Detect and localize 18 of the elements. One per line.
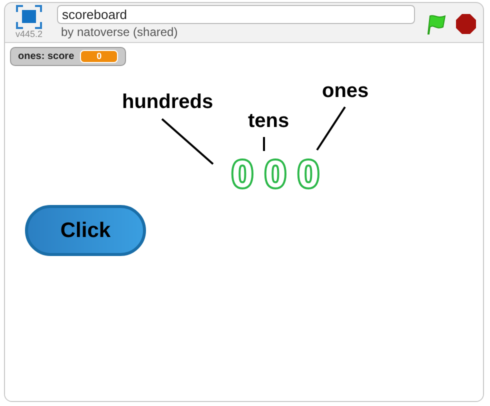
click-button[interactable]: Click — [25, 205, 146, 256]
leader-line — [161, 118, 214, 165]
leader-line — [263, 137, 265, 151]
project-title-field[interactable]: scoreboard — [57, 5, 415, 24]
digit-label: hundreds — [122, 91, 214, 114]
digit-sprite: 0 — [263, 155, 288, 195]
leader-line — [316, 106, 346, 151]
monitor-value: 0 — [80, 50, 118, 63]
digit-sprite: 0 — [296, 155, 320, 195]
author-label: by natoverse (shared) — [60, 25, 179, 39]
digit-sprite: 0 — [230, 155, 254, 195]
fullscreen-icon[interactable] — [16, 5, 42, 29]
stop-icon[interactable] — [455, 13, 477, 35]
monitor-label: ones: score — [18, 51, 74, 62]
digit-label: tens — [248, 110, 290, 133]
digit-label: ones — [322, 80, 369, 103]
version-label: v445.2 — [15, 29, 43, 39]
flag-icon[interactable] — [425, 13, 447, 35]
